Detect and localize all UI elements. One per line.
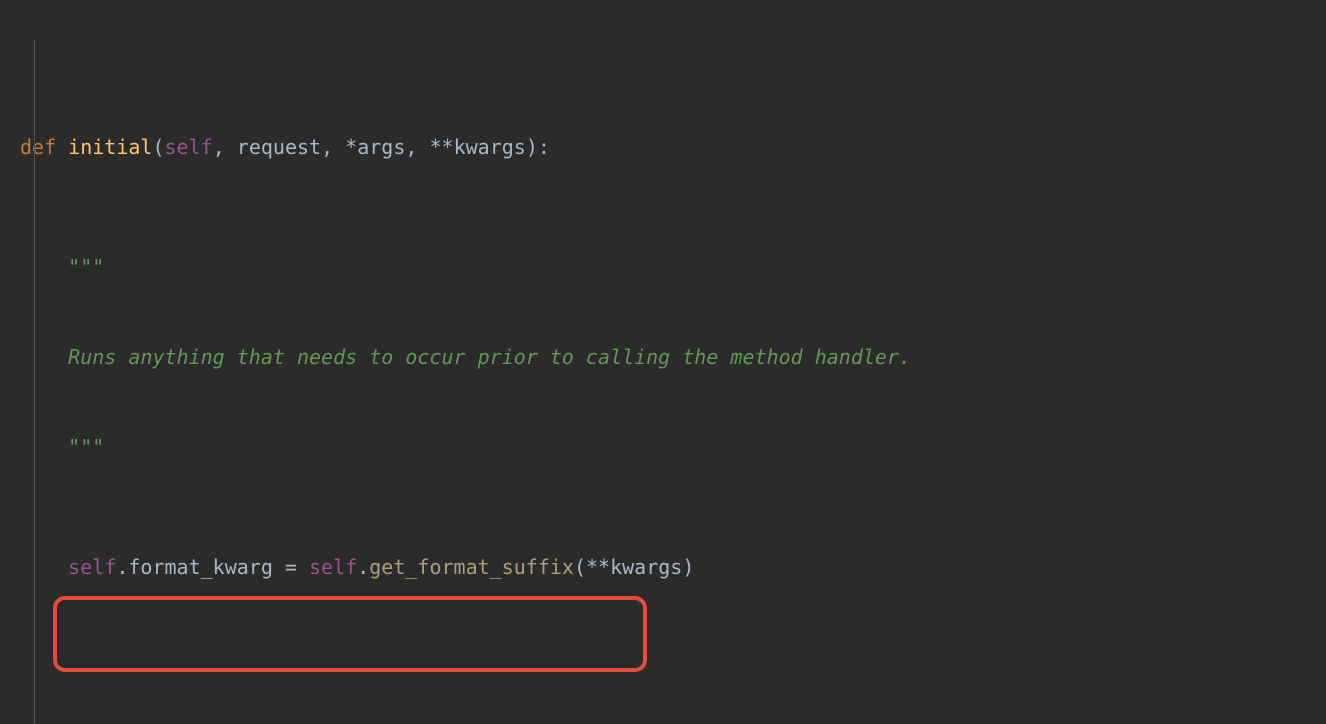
code-line: Runs anything that needs to occur prior …: [20, 342, 1326, 372]
docstring-text: Runs anything that needs to occur prior …: [68, 345, 911, 369]
param-self: self: [165, 135, 213, 159]
docstring-quotes: """: [68, 255, 104, 279]
code-line: """: [20, 432, 1326, 462]
function-name: initial: [68, 135, 152, 159]
code-line: self.format_kwarg = self.get_format_suff…: [20, 552, 1326, 582]
keyword-def: def: [20, 135, 56, 159]
code-line: def initial(self, request, *args, **kwar…: [20, 132, 1326, 162]
code-line: """: [20, 252, 1326, 282]
docstring-quotes: """: [68, 435, 104, 459]
code-line: [20, 672, 1326, 702]
annotation-highlight-box: [53, 596, 647, 672]
code-editor[interactable]: def initial(self, request, *args, **kwar…: [0, 0, 1326, 724]
indent-guide: [34, 40, 35, 724]
